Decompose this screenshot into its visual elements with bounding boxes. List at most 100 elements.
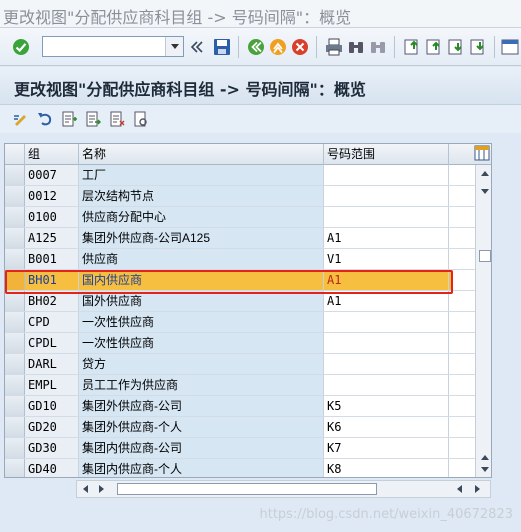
row-selector[interactable] [5,333,25,353]
cancel-icon[interactable] [290,37,310,57]
next-page-icon[interactable] [446,37,466,57]
save-icon[interactable] [212,37,232,57]
row-selector[interactable] [5,438,25,458]
cell-group[interactable]: 0100 [25,207,79,227]
row-selector[interactable] [5,291,25,311]
table-row[interactable]: 0100 供应商分配中心 [5,207,491,228]
column-header-group[interactable]: 组 [25,144,79,165]
scroll-left-arrow[interactable] [83,485,88,493]
row-selector[interactable] [5,165,25,185]
table-row[interactable]: DARL 贷方 [5,354,491,375]
row-selector[interactable] [5,312,25,332]
vertical-scrollbar[interactable] [475,165,491,477]
row-selector[interactable] [5,207,25,227]
row-selector[interactable] [5,249,25,269]
cell-number-range[interactable] [324,312,449,332]
enter-check-icon[interactable] [11,37,31,57]
command-field[interactable] [42,36,184,57]
column-header-range[interactable]: 号码范围 [324,144,449,165]
row-selector[interactable] [5,270,25,290]
cell-number-range[interactable] [324,207,449,227]
row-selector[interactable] [5,354,25,374]
select-all-column[interactable] [5,144,25,165]
new-entries-icon[interactable] [60,110,78,128]
scroll-right-arrow-left[interactable] [99,485,104,493]
cell-number-range[interactable] [324,354,449,374]
last-page-icon[interactable] [468,37,488,57]
exit-icon[interactable] [268,37,288,57]
scroll-up-arrow-bottom[interactable] [481,455,489,460]
row-selector[interactable] [5,228,25,248]
cell-group[interactable]: GD40 [25,459,79,477]
cell-number-range[interactable]: K6 [324,417,449,437]
scroll-up-arrow[interactable] [481,171,489,176]
cell-number-range[interactable]: K7 [324,438,449,458]
table-settings-icon[interactable] [474,145,490,161]
row-selector[interactable] [5,396,25,416]
scroll-down-arrow[interactable] [481,467,489,472]
table-row[interactable]: EMPL 员工工作为供应商 [5,375,491,396]
row-selector[interactable] [5,459,25,477]
layout-menu-icon[interactable] [500,37,520,57]
cell-number-range[interactable] [324,375,449,395]
scroll-left-arrow-right[interactable] [457,485,462,493]
table-row[interactable]: BH01 国内供应商 A1 [5,270,491,291]
command-field-dropdown-button[interactable] [165,37,183,56]
row-selector[interactable] [5,186,25,206]
cell-group[interactable]: BH01 [25,270,79,290]
cell-number-range[interactable] [324,165,449,185]
cell-number-range[interactable] [324,333,449,353]
table-row[interactable]: 0012 层次结构节点 [5,186,491,207]
cell-number-range[interactable] [324,186,449,206]
table-row[interactable]: GD30 集团内供应商-公司 K7 [5,438,491,459]
display-change-icon[interactable] [12,110,30,128]
table-row[interactable]: B001 供应商 V1 [5,249,491,270]
table-row[interactable]: 0007 工厂 [5,165,491,186]
cell-number-range[interactable]: A1 [324,228,449,248]
cell-number-range[interactable]: V1 [324,249,449,269]
cell-group[interactable]: GD20 [25,417,79,437]
row-selector[interactable] [5,375,25,395]
table-row[interactable]: GD20 集团外供应商-个人 K6 [5,417,491,438]
cell-group[interactable]: A125 [25,228,79,248]
previous-page-icon[interactable] [424,37,444,57]
first-page-icon[interactable] [402,37,422,57]
find-next-icon[interactable] [368,37,388,57]
cell-group[interactable]: 0012 [25,186,79,206]
cell-group[interactable]: BH02 [25,291,79,311]
cell-group[interactable]: GD30 [25,438,79,458]
table-row[interactable]: CPD 一次性供应商 [5,312,491,333]
cell-group[interactable]: CPD [25,312,79,332]
back-icon[interactable] [246,37,266,57]
table-row[interactable]: BH02 国外供应商 A1 [5,291,491,312]
horizontal-scrollbar[interactable] [76,480,491,498]
cell-group[interactable]: EMPL [25,375,79,395]
copy-as-icon[interactable] [84,110,102,128]
cell-group[interactable]: CPDL [25,333,79,353]
vertical-scroll-thumb[interactable] [479,250,491,262]
scroll-right-arrow[interactable] [475,485,480,493]
cell-number-range[interactable]: K8 [324,459,449,477]
collapse-command-icon[interactable] [190,37,204,57]
cell-number-range[interactable]: K5 [324,396,449,416]
cell-number-range[interactable]: A1 [324,291,449,311]
cell-group[interactable]: GD10 [25,396,79,416]
cell-group[interactable]: B001 [25,249,79,269]
column-header-name[interactable]: 名称 [79,144,324,165]
horizontal-scroll-thumb[interactable] [117,483,377,495]
scroll-down-arrow-top[interactable] [481,189,489,194]
table-row[interactable]: GD40 集团内供应商-个人 K8 [5,459,491,477]
table-row[interactable]: CPDL 一次性供应商 [5,333,491,354]
table-row[interactable]: A125 集团外供应商-公司A125 A1 [5,228,491,249]
find-icon[interactable] [346,37,366,57]
cell-number-range[interactable]: A1 [324,270,449,290]
undo-icon[interactable] [36,110,54,128]
print-icon[interactable] [324,37,344,57]
cell-name: 集团外供应商-公司 [79,396,324,416]
row-selector[interactable] [5,417,25,437]
cell-group[interactable]: DARL [25,354,79,374]
table-row[interactable]: GD10 集团外供应商-公司 K5 [5,396,491,417]
cell-group[interactable]: 0007 [25,165,79,185]
delete-icon[interactable] [108,110,126,128]
select-all-icon[interactable] [132,110,150,128]
